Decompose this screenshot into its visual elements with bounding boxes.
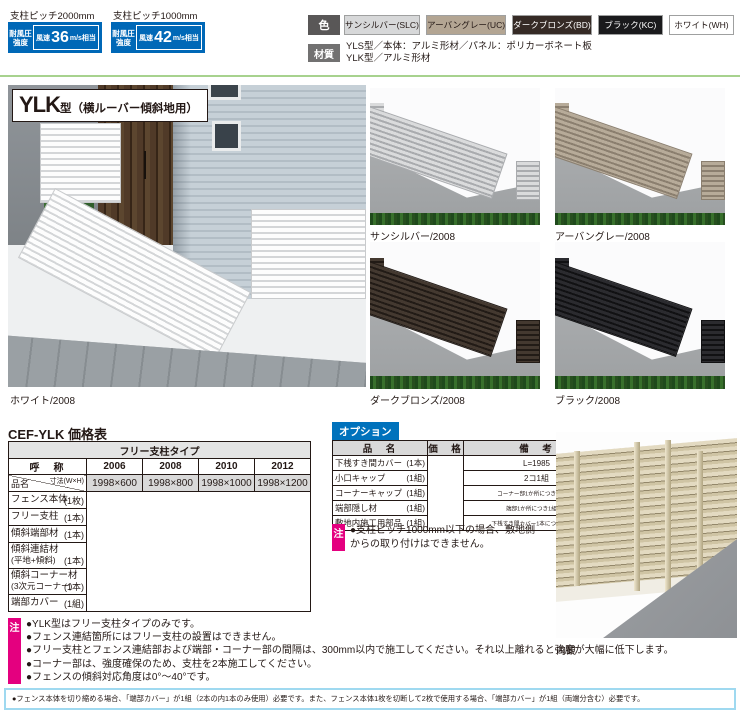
door-handle-graphic bbox=[144, 151, 146, 178]
material-description: YLS型／本体：アルミ形材／パネル：ポリカーボネート板 YLK型／アルミ形材 bbox=[346, 41, 592, 65]
color-section-label: 色 bbox=[308, 15, 340, 35]
wind-badge-left-label: 耐風圧 強度 bbox=[111, 22, 136, 53]
interior-view-photo bbox=[556, 432, 737, 638]
fence-graphic bbox=[516, 161, 540, 201]
price-table-call-header: 呼 称 bbox=[9, 459, 87, 475]
note-tag: 注 bbox=[8, 618, 21, 684]
interior-caption: 内観 bbox=[556, 642, 576, 657]
table-row-slope-corner: 傾斜コーナー材 (3次元コーナー) (1本) bbox=[9, 569, 87, 595]
price-table-column: 2006 bbox=[87, 459, 143, 475]
wind-badge-left-label: 耐風圧 強度 bbox=[8, 22, 33, 53]
wind-speed-box: 風速 42 m/s相当 bbox=[136, 25, 202, 50]
sample-caption: ダークブロンズ/2008 bbox=[370, 392, 465, 407]
table-row-slope-end: 傾斜端部材 (1本) bbox=[9, 526, 87, 543]
pitch-label-1000: 支柱ピッチ1000mm bbox=[113, 8, 197, 22]
fence-post-graphic bbox=[634, 442, 640, 590]
sample-photo-black bbox=[555, 242, 725, 389]
hedge-graphic bbox=[555, 213, 725, 225]
product-title-suffix: 型（横ルーバー傾斜地用） bbox=[60, 100, 198, 116]
table-row-slope-joint: 傾斜連結材 (平地+傾斜) (1本) bbox=[9, 543, 87, 569]
options-column-price: 価 格 bbox=[428, 441, 464, 456]
window-graphic bbox=[208, 85, 240, 100]
table-row-end-cover: 端部カバー (1組) bbox=[9, 595, 87, 612]
product-title-box: YLK 型（横ルーバー傾斜地用） bbox=[12, 89, 208, 122]
product-title-code: YLK bbox=[19, 92, 60, 118]
fence-post-graphic bbox=[574, 451, 580, 587]
option-row-end-cap: 小口キャップ(1組) bbox=[333, 471, 428, 486]
price-table-column: 2010 bbox=[199, 459, 255, 475]
hedge-graphic bbox=[370, 213, 540, 225]
price-table-type-header: フリー支柱タイプ bbox=[9, 442, 311, 459]
fence-graphic bbox=[516, 320, 540, 363]
color-chip-white: ホワイト(WH) bbox=[669, 15, 734, 35]
size-cell: 1998×800 bbox=[143, 475, 199, 492]
wind-resistance-badge-2000: 耐風圧 強度 風速 36 m/s相当 bbox=[8, 22, 102, 53]
options-note-block: 注 ●支柱ピッチ1000mm以下の場合、敷地側からの取り付けはできません。 bbox=[332, 524, 538, 551]
fence-right-panel-graphic bbox=[251, 209, 366, 300]
fence-graphic bbox=[701, 161, 725, 201]
sample-photo-urbangray bbox=[555, 88, 725, 225]
note-tag: 注 bbox=[332, 524, 345, 551]
color-chip-darkbronze: ダークブロンズ(BD) bbox=[512, 15, 592, 35]
fence-graphic bbox=[701, 320, 725, 363]
item-name-header: 品名 bbox=[11, 477, 29, 490]
sample-caption: ブラック/2008 bbox=[555, 392, 620, 407]
window-graphic bbox=[212, 121, 241, 151]
main-photo-caption: ホワイト/2008 bbox=[10, 392, 75, 407]
sample-caption: アーバングレー/2008 bbox=[555, 228, 650, 243]
main-product-photo: YLK 型（横ルーバー傾斜地用） bbox=[8, 85, 366, 387]
option-row-gap-cover: 下桟すき間カバー(1本) bbox=[333, 456, 428, 471]
options-price-area bbox=[428, 456, 464, 531]
note-lines: ●支柱ピッチ1000mm以下の場合、敷地側からの取り付けはできません。 bbox=[350, 524, 538, 551]
price-table-column: 2012 bbox=[255, 459, 311, 475]
footer-note: ●フェンス本体を切り縮める場合、「端部カバー」が1組（2本の内1本のみ使用）必要… bbox=[4, 688, 736, 710]
price-table: フリー支柱タイプ 呼 称 2006 2008 2010 2012 寸法(W×H)… bbox=[8, 441, 311, 612]
color-chip-urbangray: アーバングレー(UC) bbox=[426, 15, 506, 35]
wind-speed-value: 36 bbox=[50, 30, 70, 46]
color-chip-sunsilver: サンシルバー(SLC) bbox=[344, 15, 420, 35]
hedge-graphic bbox=[370, 376, 540, 389]
color-chip-row: サンシルバー(SLC) アーバングレー(UC) ダークブロンズ(BD) ブラック… bbox=[344, 15, 734, 35]
size-cell: 1998×600 bbox=[87, 475, 143, 492]
size-cell: 1998×1200 bbox=[255, 475, 311, 492]
price-table-diagonal-header: 寸法(W×H) 品名 bbox=[9, 475, 87, 492]
pitch-label-2000: 支柱ピッチ2000mm bbox=[10, 8, 94, 22]
catalog-page: 支柱ピッチ2000mm 耐風圧 強度 風速 36 m/s相当 支柱ピッチ1000… bbox=[0, 0, 740, 717]
sample-photo-darkbronze bbox=[370, 242, 540, 389]
material-section-label: 材質 bbox=[308, 44, 340, 62]
green-divider bbox=[0, 75, 740, 77]
note-item: ●コーナー部は、強度確保のため、支柱を2本施工してください。 bbox=[26, 658, 674, 671]
fence-post-graphic bbox=[665, 440, 671, 592]
option-row-end-hide: 端部隠し材(1組) bbox=[333, 501, 428, 516]
wind-resistance-badge-1000: 耐風圧 強度 風速 42 m/s相当 bbox=[111, 22, 205, 53]
options-label: オプション bbox=[332, 422, 399, 442]
sample-photo-sunsilver bbox=[370, 88, 540, 225]
table-row-fence-body: フェンス本体 (1枚) bbox=[9, 492, 87, 509]
table-row-free-post: フリー支柱 (1本) bbox=[9, 509, 87, 526]
color-chip-black: ブラック(KC) bbox=[598, 15, 663, 35]
sample-caption: サンシルバー/2008 bbox=[370, 228, 455, 243]
price-table-column: 2008 bbox=[143, 459, 199, 475]
hedge-graphic bbox=[555, 376, 725, 389]
wind-speed-box: 風速 36 m/s相当 bbox=[33, 25, 99, 50]
option-row-corner-cap: コーナーキャップ(1組) bbox=[333, 486, 428, 501]
note-item: ●フリー支柱とフェンス連結部および端部・コーナー部の間隔は、300mm以内で施工… bbox=[26, 644, 674, 657]
options-column-name: 品 名 bbox=[333, 441, 428, 456]
wind-speed-value: 42 bbox=[153, 30, 173, 46]
note-item: ●フェンスの傾斜対応角度は0°〜40°です。 bbox=[26, 671, 674, 684]
price-values-area bbox=[87, 492, 311, 612]
dimension-header: 寸法(W×H) bbox=[50, 476, 84, 486]
size-cell: 1998×1000 bbox=[199, 475, 255, 492]
